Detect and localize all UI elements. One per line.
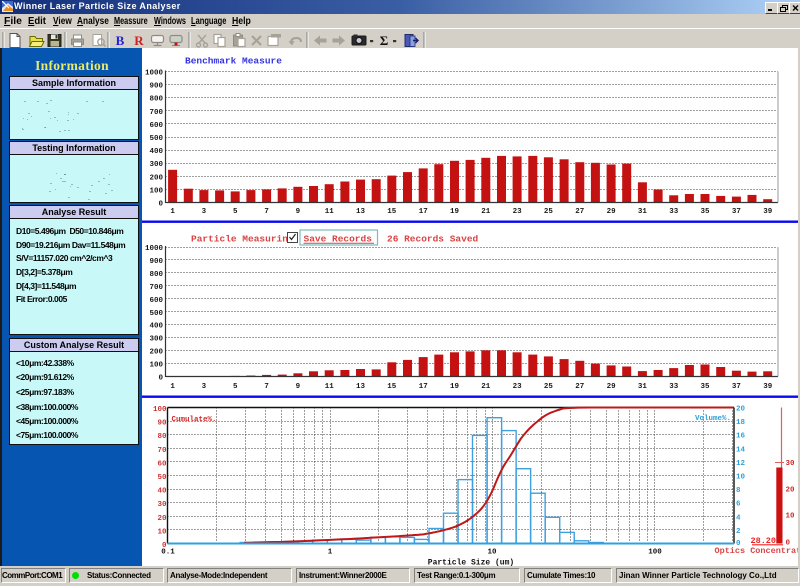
svg-text:5: 5 bbox=[233, 383, 238, 391]
svg-text:31: 31 bbox=[638, 208, 648, 216]
svg-text:13: 13 bbox=[356, 208, 366, 216]
svg-text:31: 31 bbox=[638, 383, 648, 391]
svg-text:600: 600 bbox=[149, 122, 163, 130]
svg-text:20: 20 bbox=[157, 515, 167, 523]
svg-text:23: 23 bbox=[513, 383, 523, 391]
svg-text:700: 700 bbox=[149, 109, 163, 117]
svg-text:5: 5 bbox=[233, 208, 238, 216]
svg-text:400: 400 bbox=[149, 323, 163, 331]
svg-text:19: 19 bbox=[450, 383, 460, 391]
svg-text:300: 300 bbox=[149, 336, 163, 344]
svg-text:500: 500 bbox=[149, 135, 163, 143]
svg-text:1: 1 bbox=[170, 208, 175, 216]
svg-text:R: R bbox=[134, 33, 144, 48]
svg-text:100: 100 bbox=[149, 362, 163, 370]
svg-text:17: 17 bbox=[419, 383, 428, 391]
svg-text:27: 27 bbox=[575, 208, 584, 216]
svg-text:100: 100 bbox=[149, 187, 163, 195]
svg-text:30: 30 bbox=[157, 501, 167, 509]
svg-text:19: 19 bbox=[450, 208, 460, 216]
svg-text:30: 30 bbox=[786, 460, 796, 468]
svg-text:8: 8 bbox=[736, 487, 741, 495]
svg-text:14: 14 bbox=[736, 446, 746, 454]
svg-text:200: 200 bbox=[149, 174, 163, 182]
svg-text:100: 100 bbox=[648, 549, 662, 557]
svg-text:12: 12 bbox=[736, 460, 746, 468]
svg-text:100: 100 bbox=[153, 406, 167, 414]
svg-text:500: 500 bbox=[149, 310, 163, 318]
svg-text:15: 15 bbox=[387, 208, 397, 216]
svg-text:0.1: 0.1 bbox=[161, 549, 175, 557]
svg-text:10: 10 bbox=[487, 549, 497, 557]
svg-text:39: 39 bbox=[763, 383, 773, 391]
svg-text:20: 20 bbox=[786, 486, 796, 494]
svg-text:Particle Size (um): Particle Size (um) bbox=[428, 559, 514, 567]
svg-text:27: 27 bbox=[575, 383, 584, 391]
svg-text:9: 9 bbox=[296, 208, 301, 216]
svg-text:600: 600 bbox=[149, 297, 163, 305]
svg-text:33: 33 bbox=[669, 383, 679, 391]
svg-text:700: 700 bbox=[149, 284, 163, 292]
svg-text:1: 1 bbox=[170, 383, 175, 391]
svg-text:90: 90 bbox=[157, 420, 167, 428]
svg-text:1: 1 bbox=[328, 549, 333, 557]
svg-text:7: 7 bbox=[264, 383, 269, 391]
svg-text:9: 9 bbox=[296, 383, 301, 391]
svg-text:3: 3 bbox=[202, 383, 207, 391]
svg-text:20: 20 bbox=[736, 406, 746, 414]
svg-text:800: 800 bbox=[149, 96, 163, 104]
svg-text:29: 29 bbox=[607, 383, 617, 391]
svg-text:35: 35 bbox=[700, 383, 710, 391]
svg-text:900: 900 bbox=[149, 258, 163, 266]
svg-text:25: 25 bbox=[544, 208, 554, 216]
svg-text:Cumulate%.: Cumulate%. bbox=[172, 416, 217, 424]
svg-text:39: 39 bbox=[763, 208, 773, 216]
svg-text:13: 13 bbox=[356, 383, 366, 391]
svg-text:4: 4 bbox=[736, 514, 741, 522]
svg-text:11: 11 bbox=[325, 383, 335, 391]
svg-text:3: 3 bbox=[202, 208, 207, 216]
svg-text:0: 0 bbox=[158, 201, 163, 209]
svg-text:70: 70 bbox=[157, 447, 167, 455]
svg-text:26 Records Saved: 26 Records Saved bbox=[387, 234, 479, 245]
svg-text:11: 11 bbox=[325, 208, 335, 216]
svg-text:10: 10 bbox=[786, 513, 796, 521]
svg-text:21: 21 bbox=[481, 208, 491, 216]
svg-text:10: 10 bbox=[157, 528, 167, 536]
svg-text:17: 17 bbox=[419, 208, 428, 216]
svg-text:1000: 1000 bbox=[145, 70, 164, 78]
svg-text:60: 60 bbox=[157, 460, 167, 468]
svg-text:10: 10 bbox=[736, 474, 746, 482]
svg-text:35: 35 bbox=[700, 208, 710, 216]
svg-text:7: 7 bbox=[264, 208, 269, 216]
svg-text:16: 16 bbox=[736, 433, 746, 441]
svg-text:200: 200 bbox=[149, 349, 163, 357]
svg-text:300: 300 bbox=[149, 161, 163, 169]
svg-text:900: 900 bbox=[149, 83, 163, 91]
svg-text:33: 33 bbox=[669, 208, 679, 216]
svg-text:23: 23 bbox=[513, 208, 523, 216]
svg-text:50: 50 bbox=[157, 474, 167, 482]
svg-text:6: 6 bbox=[736, 501, 741, 509]
svg-text:25: 25 bbox=[544, 383, 554, 391]
svg-text:21: 21 bbox=[481, 383, 491, 391]
svg-text:37: 37 bbox=[732, 208, 741, 216]
svg-text:0: 0 bbox=[158, 375, 163, 383]
svg-text:Benchmark Measure: Benchmark Measure bbox=[185, 56, 282, 67]
svg-text:Volume%.: Volume%. bbox=[695, 415, 731, 423]
svg-text:1000: 1000 bbox=[145, 245, 164, 253]
svg-text:80: 80 bbox=[157, 433, 167, 441]
svg-text:2: 2 bbox=[736, 528, 741, 536]
svg-text:37: 37 bbox=[732, 383, 741, 391]
svg-text:Particle Measurin: Particle Measurin bbox=[191, 234, 288, 245]
svg-text:Optics Concentration: Optics Concentration bbox=[715, 546, 799, 556]
svg-text:800: 800 bbox=[149, 271, 163, 279]
svg-text:40: 40 bbox=[157, 488, 167, 496]
svg-text:29: 29 bbox=[607, 208, 617, 216]
svg-text:18: 18 bbox=[736, 419, 746, 427]
svg-text:400: 400 bbox=[149, 148, 163, 156]
svg-text:Σ: Σ bbox=[380, 33, 389, 48]
svg-text:15: 15 bbox=[387, 383, 397, 391]
svg-text:B: B bbox=[116, 33, 125, 48]
